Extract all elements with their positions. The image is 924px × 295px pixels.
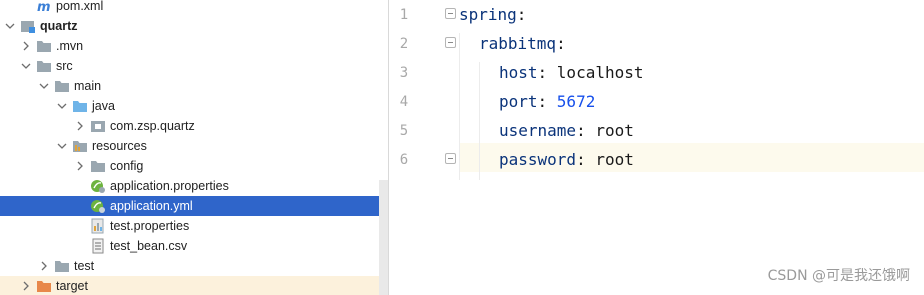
chevron-down-icon[interactable]	[4, 16, 16, 36]
code-line-1: spring:	[389, 0, 924, 29]
tree-item-main[interactable]: main	[0, 76, 388, 96]
chevron-right-icon[interactable]	[38, 256, 50, 276]
chevron-down-icon[interactable]	[20, 56, 32, 76]
folder-icon	[54, 78, 70, 94]
code-line-5: username: root	[389, 116, 924, 145]
yaml-key: username	[499, 121, 577, 140]
chevron-down-icon[interactable]	[56, 136, 68, 156]
watermark: CSDN @可是我还饿啊	[767, 268, 910, 284]
tree-item-pom-xml[interactable]: m pom.xml	[0, 0, 388, 16]
text-file-icon	[90, 238, 106, 254]
yaml-value: root	[595, 150, 634, 169]
chevron-right-icon[interactable]	[20, 36, 32, 56]
tree-item-test[interactable]: test	[0, 256, 388, 276]
properties-file-icon	[90, 218, 106, 234]
chevron-down-icon[interactable]	[38, 76, 50, 96]
tree-item-application-yml[interactable]: application.yml	[0, 196, 388, 216]
yaml-colon: :	[516, 5, 527, 24]
source-folder-icon	[72, 98, 88, 114]
excluded-folder-icon	[36, 278, 52, 294]
chevron-right-icon[interactable]	[20, 276, 32, 295]
yaml-key: rabbitmq	[479, 34, 557, 53]
yaml-colon: :	[537, 63, 557, 82]
yaml-number-value: 5672	[556, 92, 596, 111]
tree-item-test-bean-csv[interactable]: test_bean.csv	[0, 236, 388, 256]
yaml-colon: :	[537, 92, 557, 111]
yaml-key: port	[499, 92, 538, 111]
module-folder-icon	[20, 18, 36, 34]
yaml-key: host	[499, 63, 538, 82]
tree-item-resources[interactable]: resources	[0, 136, 388, 156]
yaml-value: root	[595, 121, 634, 140]
chevron-right-icon[interactable]	[74, 156, 86, 176]
maven-icon: m	[36, 0, 52, 15]
tree-item-target[interactable]: target	[0, 276, 388, 295]
yaml-colon: :	[556, 34, 566, 53]
yaml-colon: :	[576, 150, 596, 169]
resources-folder-icon	[72, 138, 88, 154]
tree-item-mvn[interactable]: .mvn	[0, 36, 388, 56]
package-icon	[90, 118, 106, 134]
code-line-6: password: root	[389, 145, 924, 174]
yaml-colon: :	[576, 121, 596, 140]
folder-icon	[54, 258, 70, 274]
folder-icon	[36, 38, 52, 54]
yaml-key: password	[499, 150, 577, 169]
chevron-down-icon[interactable]	[56, 96, 68, 116]
folder-icon	[36, 58, 52, 74]
tree-scrollbar[interactable]	[379, 180, 388, 295]
code-editor[interactable]: 1 2 3 4 5 6 spring: rabbitmq: host: loca…	[389, 0, 924, 295]
tree-item-package[interactable]: com.zsp.quartz	[0, 116, 388, 136]
spring-yml-icon	[90, 198, 106, 214]
folder-icon	[90, 158, 106, 174]
code-line-2: rabbitmq:	[389, 29, 924, 58]
code-line-4: port: 5672	[389, 87, 924, 116]
tree-item-test-properties[interactable]: test.properties	[0, 216, 388, 236]
tree-item-config[interactable]: config	[0, 156, 388, 176]
yaml-key: spring	[459, 5, 517, 24]
spring-properties-icon	[90, 178, 106, 194]
tree-item-quartz[interactable]: quartz	[0, 16, 388, 36]
chevron-right-icon[interactable]	[74, 116, 86, 136]
svg-text:m: m	[37, 0, 51, 14]
tree-item-src[interactable]: src	[0, 56, 388, 76]
tree-item-java[interactable]: java	[0, 96, 388, 116]
project-tree: m pom.xml quartz .mvn src main java com.…	[0, 0, 388, 295]
tree-item-application-properties[interactable]: application.properties	[0, 176, 388, 196]
code-line-3: host: localhost	[389, 58, 924, 87]
yaml-value: localhost	[556, 63, 644, 82]
